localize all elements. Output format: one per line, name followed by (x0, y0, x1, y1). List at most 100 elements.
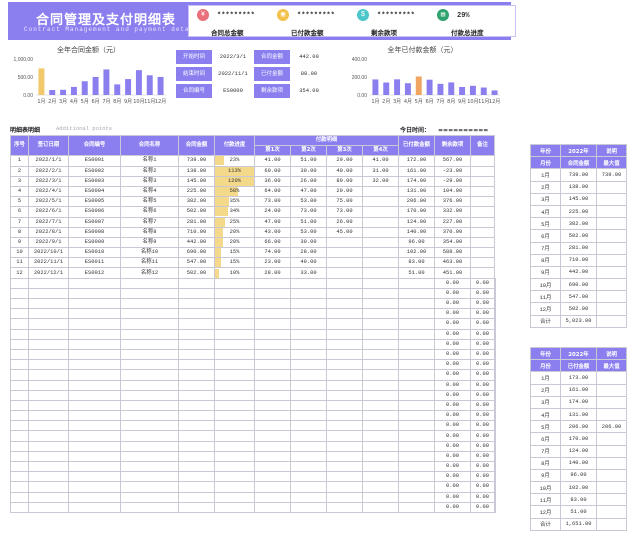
table-cell[interactable]: 281.00 (178, 216, 215, 228)
table-cell[interactable]: 124.00 (398, 216, 435, 228)
note-cell[interactable] (470, 267, 495, 279)
bar[interactable] (38, 68, 45, 95)
table-cell[interactable] (362, 389, 399, 401)
col-note[interactable]: 备注 (470, 134, 495, 157)
col-payment-4[interactable]: 第4次 (362, 145, 399, 157)
table-cell[interactable] (68, 399, 121, 412)
bar[interactable] (469, 85, 476, 95)
table-cell[interactable] (362, 206, 399, 218)
table-cell[interactable] (214, 308, 255, 320)
bar[interactable] (383, 82, 390, 95)
table-cell[interactable] (398, 328, 435, 340)
table-cell[interactable] (254, 297, 291, 310)
table-cell[interactable] (254, 399, 291, 412)
col-remain[interactable]: 剩余款项 (434, 134, 471, 157)
table-cell[interactable]: ES0007 (68, 216, 121, 228)
table-cell[interactable] (290, 308, 327, 320)
col-paid[interactable]: 已付款金额 (398, 134, 435, 157)
table-cell[interactable] (120, 318, 179, 330)
table-cell[interactable] (254, 471, 291, 483)
table-cell[interactable]: 53.00 (290, 196, 327, 208)
bar[interactable] (103, 69, 110, 95)
table-cell[interactable] (68, 379, 121, 391)
table-cell[interactable] (120, 348, 179, 361)
table-cell[interactable] (10, 491, 29, 503)
table-cell[interactable] (326, 328, 363, 340)
bar[interactable] (415, 76, 422, 95)
table-cell[interactable] (214, 410, 255, 422)
table-cell[interactable] (254, 328, 291, 340)
table-cell[interactable]: 66.00 (254, 236, 291, 249)
note-cell[interactable] (494, 379, 496, 391)
table-cell[interactable] (290, 287, 327, 300)
col-progress[interactable]: 付款进度 (214, 134, 255, 157)
table-cell[interactable] (290, 328, 327, 340)
table-cell[interactable]: 2022/11/1 (28, 257, 69, 269)
table-cell[interactable] (362, 430, 399, 442)
table-cell[interactable] (10, 399, 29, 412)
table-cell[interactable]: 83.00 (398, 257, 435, 269)
table-cell[interactable] (120, 359, 179, 371)
table-cell[interactable] (254, 369, 291, 381)
table-cell[interactable] (214, 379, 255, 391)
table-cell[interactable] (326, 247, 363, 259)
table-cell[interactable] (290, 389, 327, 401)
table-cell[interactable] (398, 460, 435, 473)
table-cell[interactable]: 2022/2/1 (28, 165, 69, 177)
table-cell[interactable] (10, 338, 29, 350)
table-cell[interactable]: 4 (10, 185, 29, 198)
table-cell[interactable] (254, 460, 291, 473)
table-cell[interactable] (326, 308, 363, 320)
table-cell[interactable]: 2022/3/1 (28, 175, 69, 187)
note-cell[interactable] (494, 328, 496, 340)
table-cell[interactable]: 104.00 (434, 185, 471, 198)
table-cell[interactable]: 10 (10, 247, 29, 259)
table-cell[interactable]: 73.00 (326, 206, 363, 218)
table-cell[interactable] (120, 440, 179, 452)
table-cell[interactable] (10, 389, 29, 401)
table-cell[interactable] (10, 430, 29, 442)
table-cell[interactable] (398, 297, 435, 310)
table-cell[interactable] (68, 369, 121, 381)
table-cell[interactable] (362, 216, 399, 228)
table-cell[interactable]: 547.00 (178, 257, 215, 269)
table-cell[interactable] (10, 359, 29, 371)
table-cell[interactable] (326, 471, 363, 483)
bar[interactable] (60, 89, 67, 95)
table-cell[interactable]: ES0002 (68, 165, 121, 177)
note-cell[interactable] (494, 399, 496, 412)
bar[interactable] (426, 79, 433, 95)
table-cell[interactable]: 502.00 (178, 206, 215, 218)
table-cell[interactable] (178, 338, 215, 350)
table-cell[interactable]: 47.00 (254, 216, 291, 228)
table-cell[interactable] (10, 501, 29, 513)
table-cell[interactable]: 30.00 (290, 165, 327, 177)
table-cell[interactable] (398, 348, 435, 361)
table-cell[interactable]: 502.00 (178, 267, 215, 279)
table-cell[interactable] (214, 460, 255, 473)
table-cell[interactable] (28, 430, 69, 442)
table-cell[interactable] (68, 338, 121, 350)
col-amount[interactable]: 合同金额 (178, 134, 215, 157)
table-cell[interactable]: ES0009 (68, 236, 121, 249)
table-cell[interactable]: ES0006 (68, 206, 121, 218)
table-cell[interactable] (362, 257, 399, 269)
table-cell[interactable]: 463.00 (434, 257, 471, 269)
table-cell[interactable]: 名称7 (120, 216, 179, 228)
table-cell[interactable] (10, 471, 29, 483)
table-cell[interactable] (214, 481, 255, 493)
table-cell[interactable]: 31.00 (362, 165, 399, 177)
table-cell[interactable] (326, 348, 363, 361)
note-cell[interactable] (494, 481, 496, 493)
table-cell[interactable]: 2022/5/1 (28, 196, 69, 208)
table-cell[interactable] (68, 410, 121, 422)
table-cell[interactable] (290, 297, 327, 310)
table-cell[interactable] (28, 389, 69, 401)
table-cell[interactable] (398, 277, 435, 289)
table-cell[interactable] (290, 481, 327, 493)
table-cell[interactable] (214, 430, 255, 442)
table-cell[interactable]: 140.00 (398, 226, 435, 238)
table-cell[interactable] (254, 287, 291, 300)
note-cell[interactable] (494, 420, 496, 432)
table-cell[interactable] (398, 450, 435, 463)
